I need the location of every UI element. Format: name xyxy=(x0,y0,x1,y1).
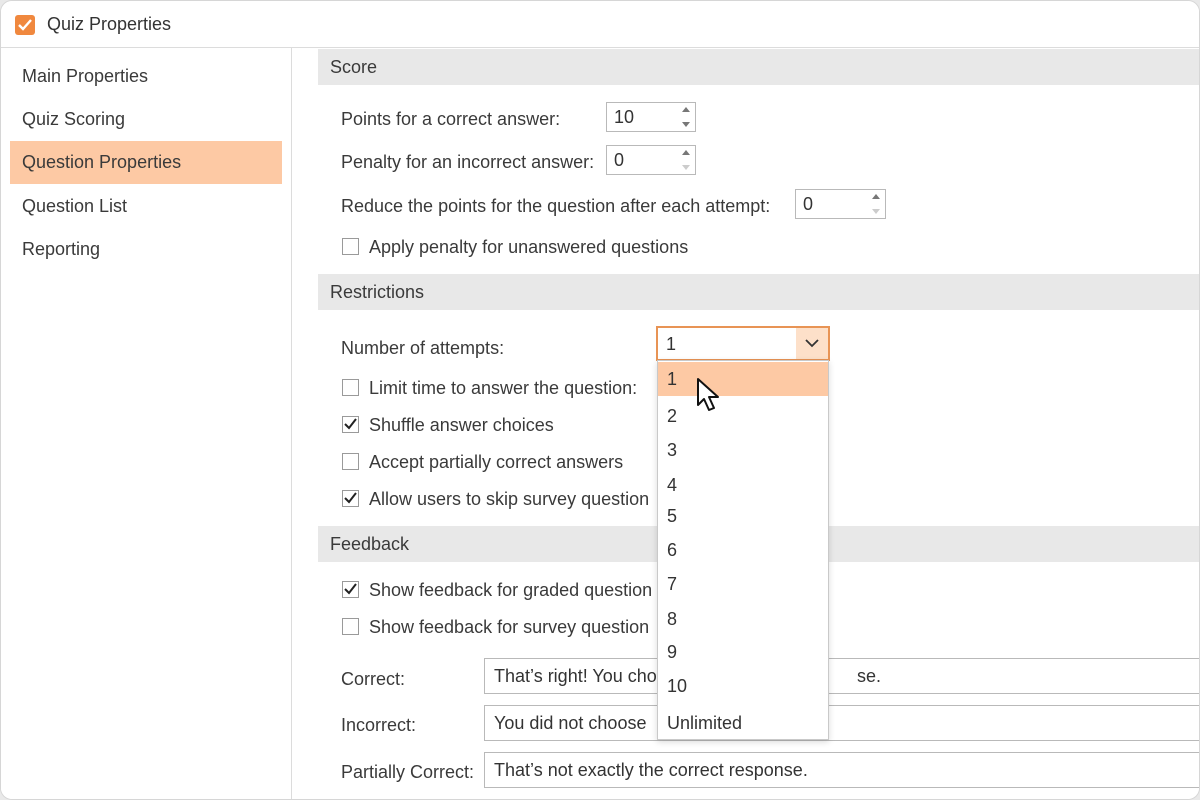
limit-time-checkbox[interactable] xyxy=(342,379,359,396)
mouse-pointer-icon xyxy=(697,378,719,411)
points-correct-stepper[interactable]: 10 xyxy=(606,102,696,132)
shuffle-checkbox[interactable] xyxy=(342,416,359,433)
dropdown-option-5[interactable]: 5 xyxy=(658,499,828,533)
partial-feedback-value: That’s not exactly the correct response. xyxy=(494,760,808,780)
checkmark-icon xyxy=(18,19,32,31)
attempts-dropdown-list: 1 2 3 4 5 6 7 8 9 10 Unlimited xyxy=(657,360,829,740)
dropdown-option-6[interactable]: 6 xyxy=(658,533,828,567)
partial-answers-checkbox[interactable] xyxy=(342,453,359,470)
partial-answers-label: Accept partially correct answers xyxy=(369,452,624,472)
partial-feedback-field[interactable]: That’s not exactly the correct response. xyxy=(484,752,1199,788)
limit-time-label: Limit time to answer the question: xyxy=(369,378,638,398)
dropdown-option-8[interactable]: 8 xyxy=(658,602,828,636)
dropdown-option-9[interactable]: 9 xyxy=(658,635,828,669)
spin-down-icon xyxy=(872,209,880,214)
spin-up-icon[interactable] xyxy=(682,150,690,155)
spin-down-icon[interactable] xyxy=(682,122,690,127)
dropdown-option-2[interactable]: 2 xyxy=(658,399,828,433)
correct-feedback-label: Correct: xyxy=(341,669,406,689)
title-checkbox[interactable] xyxy=(15,15,35,35)
sidebar: Main Properties Quiz Scoring Question Pr… xyxy=(1,48,292,799)
restrictions-section-header: Restrictions xyxy=(318,274,1199,310)
dropdown-option-10[interactable]: 10 xyxy=(658,669,828,703)
incorrect-feedback-label: Incorrect: xyxy=(341,715,417,735)
graded-feedback-label: Show feedback for graded question xyxy=(369,580,653,600)
sidebar-item-main-properties[interactable]: Main Properties xyxy=(10,55,282,98)
dropdown-option-7[interactable]: 7 xyxy=(658,567,828,601)
correct-feedback-value: That’s right! You cho xyxy=(494,666,657,686)
apply-penalty-label: Apply penalty for unanswered questions xyxy=(369,237,689,257)
partial-feedback-label: Partially Correct: xyxy=(341,762,475,782)
points-correct-label: Points for a correct answer: xyxy=(341,109,561,129)
dropdown-option-unlimited[interactable]: Unlimited xyxy=(658,706,828,740)
attempts-selected-value: 1 xyxy=(666,334,677,354)
sidebar-item-question-list[interactable]: Question List xyxy=(10,185,282,228)
attempts-select-button[interactable] xyxy=(796,328,828,359)
spin-down-icon xyxy=(682,165,690,170)
reduce-points-stepper[interactable]: 0 xyxy=(795,189,886,219)
chevron-down-icon xyxy=(805,339,819,348)
survey-feedback-label: Show feedback for survey question xyxy=(369,617,650,637)
penalty-incorrect-label: Penalty for an incorrect answer: xyxy=(341,152,595,172)
window-title: Quiz Properties xyxy=(47,14,172,34)
skip-survey-checkbox[interactable] xyxy=(342,490,359,507)
dropdown-option-4[interactable]: 4 xyxy=(658,468,828,502)
reduce-points-label: Reduce the points for the question after… xyxy=(341,196,771,216)
reduce-points-value: 0 xyxy=(803,194,814,214)
correct-feedback-field[interactable]: That’s right! You cho se. xyxy=(484,658,1199,694)
incorrect-feedback-value: You did not choose xyxy=(494,713,647,733)
incorrect-feedback-field[interactable]: You did not choose xyxy=(484,705,1199,741)
dropdown-option-3[interactable]: 3 xyxy=(658,433,828,467)
sidebar-item-reporting[interactable]: Reporting xyxy=(10,228,282,271)
graded-feedback-checkbox[interactable] xyxy=(342,581,359,598)
penalty-incorrect-stepper[interactable]: 0 xyxy=(606,145,696,175)
spin-up-icon[interactable] xyxy=(682,107,690,112)
points-correct-value: 10 xyxy=(614,107,635,127)
correct-feedback-value-tail: se. xyxy=(857,666,882,686)
apply-penalty-checkbox[interactable] xyxy=(342,238,359,255)
survey-feedback-checkbox[interactable] xyxy=(342,618,359,635)
dropdown-option-1[interactable]: 1 xyxy=(658,362,828,396)
checkmark-icon xyxy=(344,418,357,430)
attempts-label: Number of attempts: xyxy=(341,338,505,358)
sidebar-item-question-properties[interactable]: Question Properties xyxy=(10,141,282,184)
spin-up-icon[interactable] xyxy=(872,194,880,199)
quiz-properties-window: Quiz Properties Main Properties Quiz Sco… xyxy=(0,0,1200,800)
score-section-header: Score xyxy=(318,49,1199,85)
sidebar-item-quiz-scoring[interactable]: Quiz Scoring xyxy=(10,98,282,141)
penalty-incorrect-value: 0 xyxy=(614,150,625,170)
checkmark-icon xyxy=(344,492,357,504)
shuffle-label: Shuffle answer choices xyxy=(369,415,554,435)
attempts-select[interactable]: 1 xyxy=(656,326,830,361)
skip-survey-label: Allow users to skip survey question xyxy=(369,489,650,509)
title-bar: Quiz Properties xyxy=(1,1,1199,48)
checkmark-icon xyxy=(344,583,357,595)
